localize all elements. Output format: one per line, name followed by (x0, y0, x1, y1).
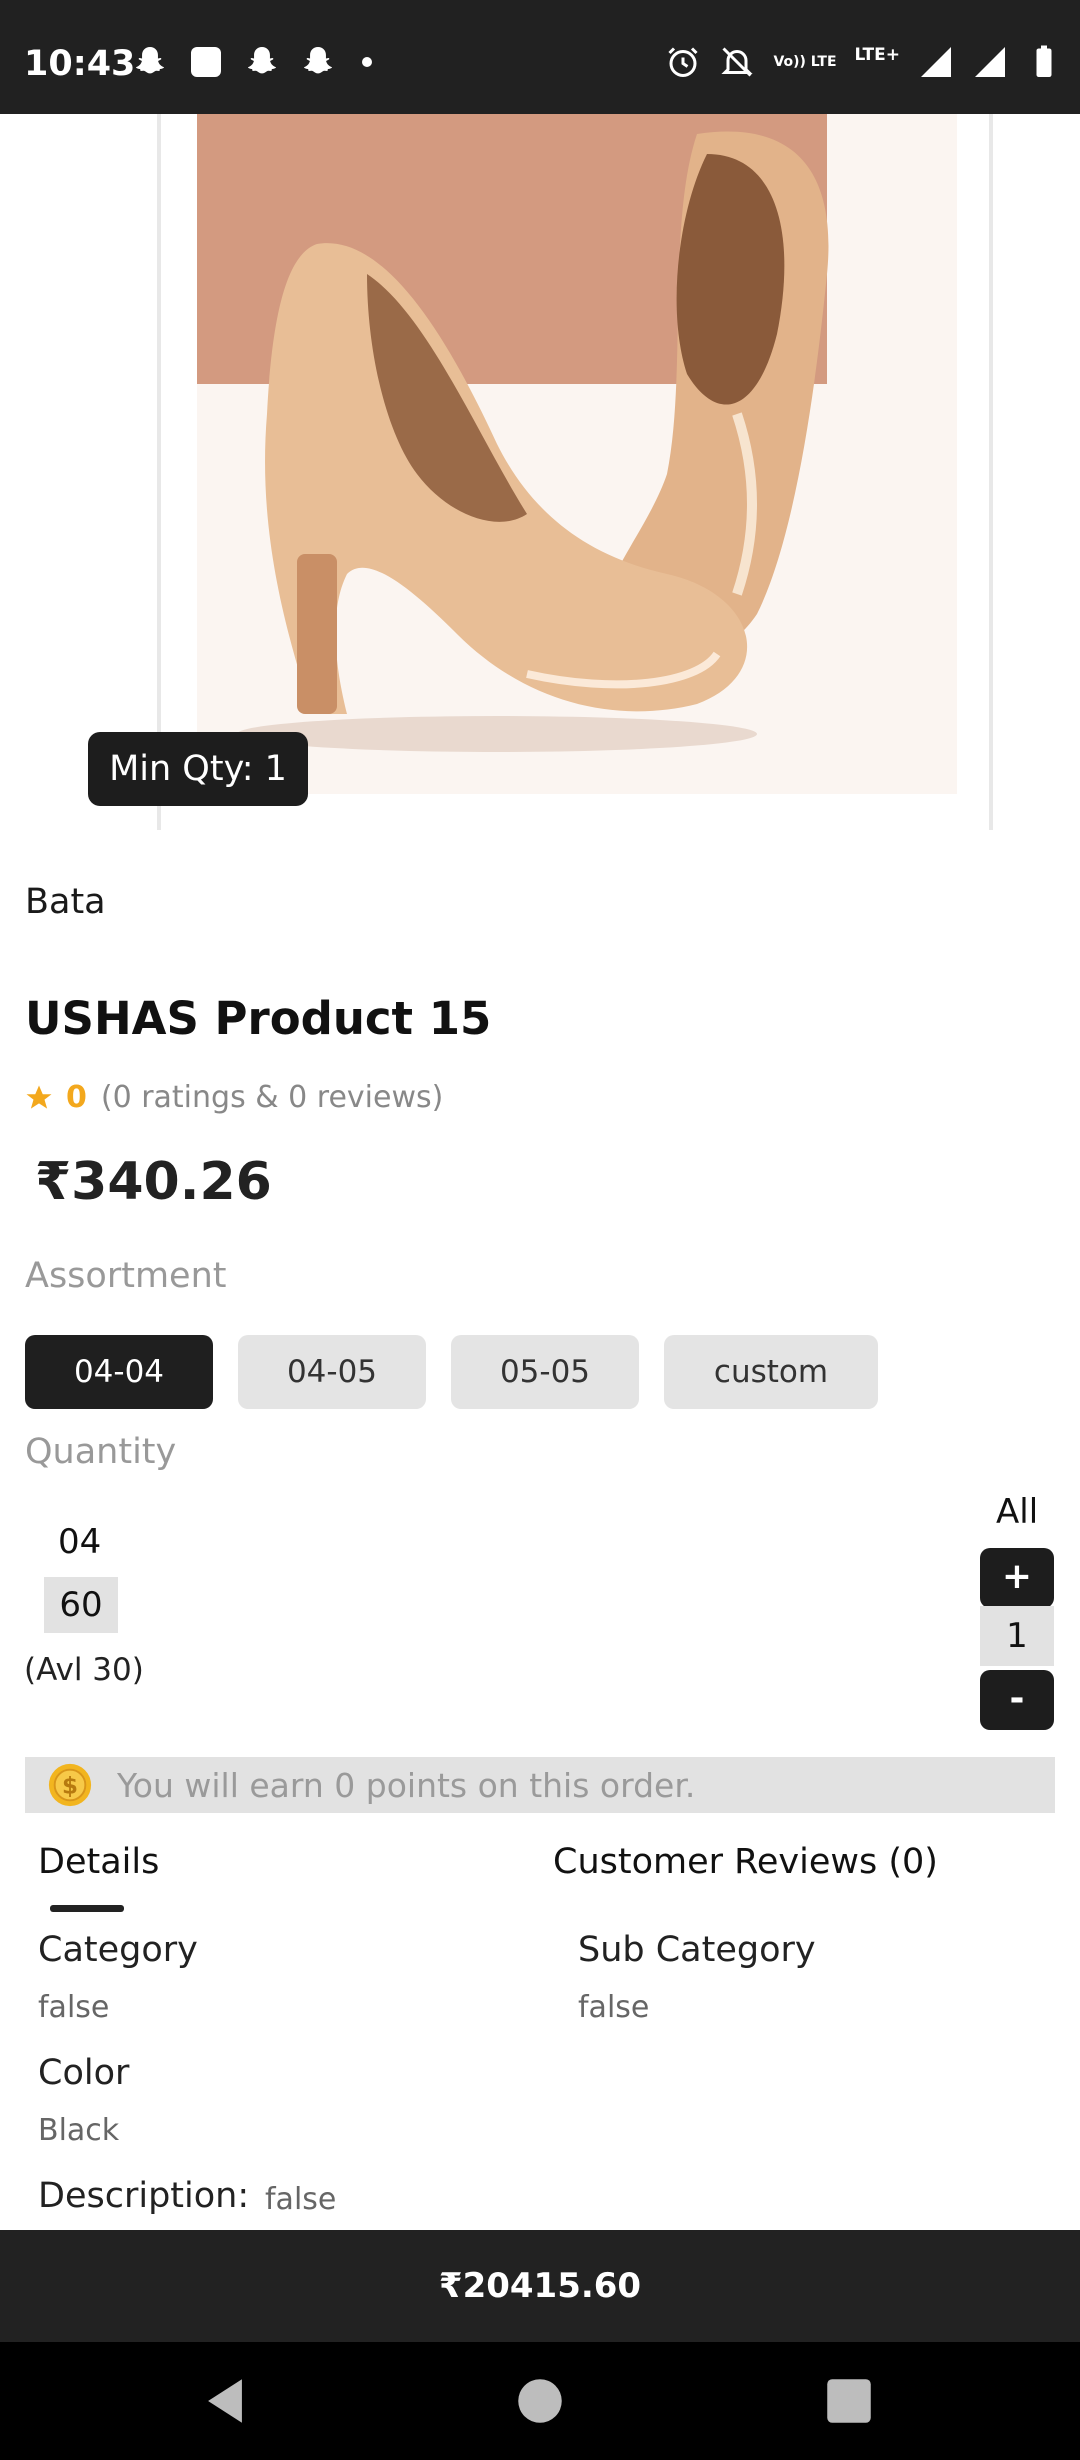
system-status-icons: Vo)) LTE LTE+ (665, 44, 1062, 80)
volte-icon: Vo)) LTE (773, 53, 837, 70)
assortment-label: Assortment (25, 1256, 227, 1296)
lte-icon: LTE+ (854, 45, 900, 65)
product-brand[interactable]: Bata (25, 882, 106, 922)
snapchat-icon (247, 47, 277, 74)
coin-icon: $ (48, 1763, 92, 1807)
stepper-value[interactable]: 1 (980, 1606, 1054, 1666)
system-nav-bar (0, 2342, 1080, 2460)
points-banner: $ You will earn 0 points on this order. (25, 1757, 1055, 1813)
assortment-chips: 04-04 04-05 05-05 custom (25, 1335, 878, 1409)
assortment-chip-04-05[interactable]: 04-05 (238, 1335, 426, 1409)
increment-button[interactable]: + (980, 1548, 1054, 1608)
category-label: Category (38, 1930, 198, 1970)
square-app-icon (191, 47, 221, 77)
status-time: 10:43 (24, 44, 136, 84)
description-label: Description: (38, 2176, 250, 2216)
alarm-icon (668, 47, 698, 77)
assortment-chip-custom[interactable]: custom (664, 1335, 878, 1409)
assortment-chip-04-04[interactable]: 04-04 (25, 1335, 213, 1409)
subcategory-value: false (578, 1990, 650, 2025)
description-value: false (265, 2182, 337, 2217)
quantity-size: 04 (58, 1522, 102, 1562)
signal-icon (975, 47, 1005, 77)
snapchat-icon (135, 47, 165, 74)
signal-icon (921, 47, 951, 77)
tab-customer-reviews[interactable]: Customer Reviews (0) (553, 1842, 938, 1882)
color-label: Color (38, 2053, 130, 2093)
rating-value: 0 (66, 1080, 87, 1115)
rating-summary: (0 ratings & 0 reviews) (100, 1080, 444, 1115)
subcategory-label: Sub Category (578, 1930, 816, 1970)
tab-details[interactable]: Details (38, 1842, 159, 1882)
quantity-input[interactable]: 60 (44, 1577, 118, 1633)
rating-row[interactable]: 0 (0 ratings & 0 reviews) (24, 1080, 443, 1115)
dot-icon (362, 57, 372, 67)
product-price: ₹340.26 (35, 1152, 272, 1212)
status-bar: 10:43 Vo)) LTE LTE+ (0, 0, 1080, 114)
color-value: Black (38, 2113, 120, 2148)
min-qty-badge: Min Qty: 1 (88, 732, 308, 806)
total-price-bar[interactable]: ₹20415.60 (0, 2230, 1080, 2342)
svg-text:$: $ (62, 1774, 78, 1800)
notifications-off-icon (721, 47, 754, 77)
assortment-chip-05-05[interactable]: 05-05 (451, 1335, 639, 1409)
battery-icon (1036, 45, 1052, 77)
product-image-frame[interactable] (157, 114, 993, 830)
active-tab-indicator (50, 1905, 124, 1912)
home-icon[interactable] (511, 2372, 569, 2430)
points-text: You will earn 0 points on this order. (117, 1765, 696, 1805)
back-icon[interactable] (196, 2372, 254, 2430)
product-title: USHAS Product 15 (25, 992, 492, 1045)
star-icon (26, 1085, 52, 1109)
snapchat-icon (303, 47, 333, 74)
quantity-label: Quantity (25, 1432, 177, 1472)
all-label: All (996, 1492, 1039, 1532)
decrement-button[interactable]: - (980, 1670, 1054, 1730)
quantity-available: (Avl 30) (24, 1652, 144, 1688)
category-value: false (38, 1990, 110, 2025)
product-image[interactable] (197, 114, 957, 794)
notification-icons (132, 44, 372, 80)
recents-icon[interactable] (820, 2372, 878, 2430)
